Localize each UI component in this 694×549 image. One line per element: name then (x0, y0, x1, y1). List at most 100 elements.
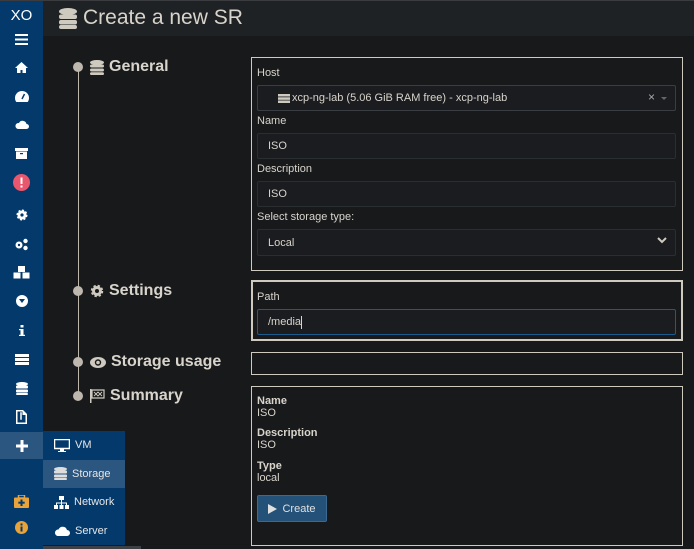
summary-name-value: ISO (257, 407, 276, 419)
submenu-label: Network (74, 496, 115, 509)
sidebar-item-cloud[interactable] (0, 110, 43, 138)
submenu-item-storage[interactable]: Storage (43, 459, 125, 488)
host-value: xcp-ng-lab (5.06 GiB RAM free) - xcp-ng-… (292, 92, 508, 104)
submenu-item-vm[interactable]: VM (43, 431, 125, 460)
step-label: Settings (109, 282, 173, 299)
step-dot (73, 286, 83, 296)
step-label: Summary (110, 387, 183, 404)
info-icon (18, 324, 25, 336)
sidebar-item-home[interactable] (0, 53, 43, 81)
eye-icon (90, 356, 106, 368)
sidebar-item-jobs[interactable] (0, 230, 43, 258)
alert-icon (13, 173, 30, 191)
gears-icon (15, 238, 28, 250)
name-input[interactable]: ISO (257, 133, 676, 159)
storage-type-value: Local (268, 236, 295, 249)
storage-usage-panel (251, 352, 683, 375)
description-input[interactable]: ISO (257, 181, 676, 207)
sidebar-item-tasks[interactable] (0, 345, 43, 373)
caret-down-icon[interactable] (661, 97, 667, 100)
archive-icon (15, 147, 28, 159)
storage-type-label: Select storage type: (257, 211, 355, 223)
home-icon (15, 61, 28, 73)
sidebar-item-dashboard[interactable] (0, 82, 43, 110)
step-dot (73, 357, 83, 367)
step-general: General (73, 58, 169, 76)
path-label: Path (257, 291, 280, 303)
path-input[interactable]: /media (257, 309, 676, 335)
sidebar-item-support[interactable] (0, 487, 43, 515)
page-title-text: Create a new SR (83, 6, 243, 29)
cloud-icon (14, 120, 29, 129)
text-cursor (301, 315, 303, 329)
gear-icon (16, 209, 27, 221)
submenu-label: Server (75, 524, 108, 537)
play-icon (268, 503, 278, 514)
cloud-icon (54, 526, 70, 536)
database-icon (59, 7, 77, 29)
storage-type-select[interactable]: Local (257, 229, 676, 256)
description-label: Description (257, 163, 313, 175)
summary-name-label: Name (257, 395, 287, 407)
step-summary: Summary (73, 387, 183, 405)
monitor-icon (54, 438, 70, 452)
sidebar-item-info[interactable] (0, 513, 43, 541)
info-circle-icon (15, 520, 28, 534)
create-button[interactable]: Create (257, 495, 327, 522)
sidebar-item-alerts[interactable] (0, 168, 43, 196)
summary-panel: Name ISO Description ISO Type local Crea… (251, 386, 683, 546)
menu-toggle[interactable] (0, 25, 43, 53)
clear-icon[interactable]: × (648, 90, 655, 104)
submenu-label: VM (75, 439, 92, 452)
wizard-timeline (78, 68, 79, 398)
server-icon (278, 93, 290, 103)
file-archive-icon (16, 410, 27, 424)
xo-logo[interactable]: XO (0, 3, 43, 27)
step-dot (73, 391, 83, 401)
database-icon (90, 59, 104, 75)
dashboard-icon (14, 90, 29, 102)
path-value: /media (268, 316, 302, 328)
sidebar-item-settings[interactable] (0, 201, 43, 229)
page-title: Create a new SR (59, 6, 243, 30)
step-label: Storage usage (111, 353, 222, 370)
tasks-icon (14, 353, 29, 365)
sidebar-item-backup[interactable] (0, 139, 43, 167)
submenu-item-network[interactable]: Network (43, 488, 125, 517)
name-value: ISO (268, 140, 287, 152)
host-label: Host (257, 67, 280, 79)
name-label: Name (257, 115, 287, 127)
sidebar-item-about[interactable] (0, 316, 43, 344)
description-value: ISO (268, 188, 287, 200)
new-submenu: VM Storage Network Server (43, 431, 125, 545)
create-label: Create (282, 502, 316, 515)
database-icon (15, 381, 28, 395)
sidebar-item-proxies[interactable] (0, 287, 43, 315)
summary-type-label: Type (257, 460, 282, 472)
sidebar-item-storage[interactable] (0, 374, 43, 402)
summary-description-value: ISO (257, 439, 276, 451)
plus-icon (15, 439, 28, 452)
sitemap-icon (54, 495, 69, 509)
general-panel: Host xcp-ng-lab (5.06 GiB RAM free) - xc… (251, 57, 683, 271)
submenu-item-server[interactable]: Server (43, 517, 125, 546)
submenu-label: Storage (72, 467, 111, 480)
step-storage-usage: Storage usage (73, 353, 221, 371)
settings-panel: Path /media (251, 280, 683, 341)
flag-checkered-icon (90, 389, 105, 403)
step-dot (73, 62, 83, 72)
summary-description-label: Description (257, 427, 318, 439)
cubes-icon (13, 265, 30, 278)
step-settings: Settings (73, 282, 172, 300)
sidebar-item-hub[interactable] (0, 258, 43, 286)
menu-icon (15, 33, 28, 45)
step-label: General (109, 58, 169, 75)
sidebar-item-new[interactable] (0, 432, 43, 459)
medkit-icon (14, 494, 29, 508)
gear-icon (90, 284, 104, 298)
summary-type-value: local (257, 472, 280, 484)
host-select[interactable]: xcp-ng-lab (5.06 GiB RAM free) - xcp-ng-… (257, 85, 676, 111)
chevron-down-icon (657, 237, 667, 244)
sidebar-item-logs[interactable] (0, 403, 43, 431)
database-icon (54, 467, 67, 481)
